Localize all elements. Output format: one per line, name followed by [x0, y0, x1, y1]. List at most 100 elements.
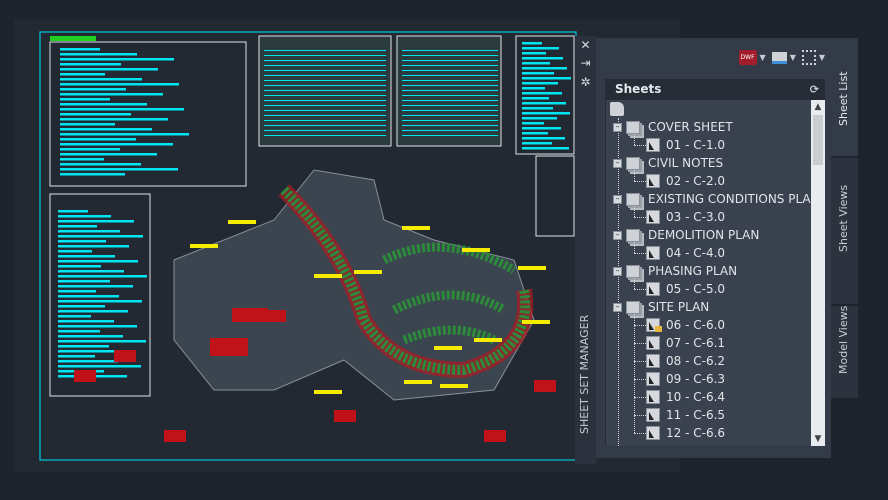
sheet-item[interactable]: 08 - C-6.2 — [646, 352, 725, 370]
table-line — [402, 75, 498, 76]
subset-icon — [626, 264, 640, 278]
sheet-item[interactable]: 11 - C-6.5 — [646, 406, 725, 424]
subset-item[interactable]: – COVER SHEET — [613, 118, 733, 136]
note-line — [522, 87, 545, 90]
note-line — [60, 113, 131, 116]
label-callout — [518, 266, 546, 270]
table-line — [264, 55, 386, 56]
note-line — [60, 93, 163, 96]
table-line — [264, 85, 386, 86]
table-line — [402, 135, 498, 136]
sheet-icon — [646, 282, 660, 296]
note-line — [58, 345, 109, 348]
tab-sheet-list[interactable]: Sheet List — [831, 38, 858, 156]
sheets-header: Sheets ⟳ — [605, 79, 825, 100]
scrollbar[interactable]: ▲ ▼ — [811, 100, 825, 446]
sheet-icon — [646, 246, 660, 260]
label-callout — [228, 220, 256, 224]
scroll-up-icon[interactable]: ▲ — [811, 102, 825, 112]
note-line — [58, 220, 134, 223]
tab-model-views[interactable]: Model Views — [831, 306, 858, 398]
note-line — [58, 210, 88, 213]
sheet-item[interactable]: 07 - C-6.1 — [646, 334, 725, 352]
sheet-item[interactable]: 01 - C-1.0 — [646, 136, 725, 154]
note-line — [58, 265, 101, 268]
collapse-icon[interactable]: – — [613, 266, 622, 276]
subset-item[interactable]: – CIVIL NOTES — [613, 154, 723, 172]
tab-sheet-views[interactable]: Sheet Views — [831, 158, 858, 304]
table-line — [402, 120, 498, 121]
sheet-label: 08 - C-6.2 — [666, 354, 726, 368]
palette-title: SHEET SET MANAGER — [578, 314, 591, 434]
publish-dwf-button[interactable]: DWF ▼ — [738, 50, 766, 65]
note-line — [58, 285, 133, 288]
sheet-item[interactable]: 04 - C-4.0 — [646, 244, 725, 262]
note-line — [58, 355, 95, 358]
sheet-item[interactable]: 06 - C-6.0 — [646, 316, 725, 334]
note-line — [60, 133, 189, 136]
note-line — [58, 280, 110, 283]
sheet-item[interactable]: 03 - C-3.0 — [646, 208, 725, 226]
sheet-item[interactable]: 10 - C-6.4 — [646, 388, 725, 406]
note-line — [60, 73, 105, 76]
sheet-item[interactable]: 02 - C-2.0 — [646, 172, 725, 190]
note-line — [60, 103, 147, 106]
note-line — [60, 153, 157, 156]
refresh-icon[interactable]: ⟳ — [810, 79, 819, 100]
note-line — [60, 143, 173, 146]
subset-item[interactable]: – PHASING PLAN — [613, 262, 737, 280]
scroll-thumb[interactable] — [813, 115, 823, 165]
auto-hide-icon[interactable]: ⇥ — [579, 57, 592, 70]
collapse-icon[interactable]: – — [613, 122, 622, 132]
collapse-icon[interactable]: – — [613, 230, 622, 240]
table-line — [402, 95, 498, 96]
subset-label: COVER SHEET — [648, 120, 733, 134]
close-icon[interactable]: ✕ — [579, 39, 592, 52]
note-line — [58, 325, 137, 328]
scroll-down-icon[interactable]: ▼ — [811, 434, 825, 444]
subset-item[interactable]: – SITE PLAN — [613, 298, 709, 316]
subset-label: CIVIL NOTES — [648, 156, 724, 170]
sheet-set-root-icon[interactable] — [610, 102, 624, 116]
sheet-selections-button[interactable]: ▼ — [801, 50, 825, 65]
subset-item[interactable]: – EXISTING CONDITIONS PLAN — [613, 190, 811, 208]
sheet-label: 01 - C-1.0 — [666, 138, 726, 152]
note-line — [60, 118, 168, 121]
note-line — [58, 250, 92, 253]
note-line — [60, 163, 141, 166]
collapse-icon[interactable]: – — [613, 194, 622, 204]
table-line — [264, 135, 386, 136]
note-line — [58, 240, 106, 243]
note-line — [58, 215, 111, 218]
tree-symbol — [74, 370, 96, 382]
sheet-item[interactable]: 05 - C-5.0 — [646, 280, 725, 298]
palette-strip: ✕ ⇥ ✲ SHEET SET MANAGER — [575, 36, 596, 464]
note-line — [522, 67, 567, 70]
sheet-icon — [646, 318, 662, 332]
table-line — [402, 65, 498, 66]
tree-symbol — [164, 430, 186, 442]
subset-icon — [626, 192, 640, 206]
note-line — [522, 77, 571, 80]
properties-icon[interactable]: ✲ — [579, 76, 592, 89]
tree-symbol — [484, 430, 506, 442]
note-line — [60, 123, 115, 126]
sheet-item[interactable]: 09 - C-6.3 — [646, 370, 725, 388]
collapse-icon[interactable]: – — [613, 158, 622, 168]
note-line — [58, 225, 97, 228]
sheet-tree: – COVER SHEET 01 - C-1.0 – CIVIL NOTES 02 - C… — [605, 100, 811, 446]
note-line — [60, 98, 110, 101]
collapse-icon[interactable]: – — [613, 302, 622, 312]
note-line — [522, 62, 550, 65]
lock-icon — [655, 326, 662, 332]
label-callout — [434, 346, 462, 350]
note-line — [60, 53, 137, 56]
note-line — [522, 82, 558, 85]
label-callout — [190, 244, 218, 248]
sheet-item[interactable]: 12 - C-6.6 — [646, 424, 725, 442]
table-line — [264, 75, 386, 76]
panel-tabs: Sheet List Sheet Views Model Views — [831, 38, 858, 398]
plot-button[interactable]: ▼ — [771, 51, 796, 64]
sheets-title: Sheets — [615, 82, 662, 96]
table-line — [402, 100, 498, 101]
